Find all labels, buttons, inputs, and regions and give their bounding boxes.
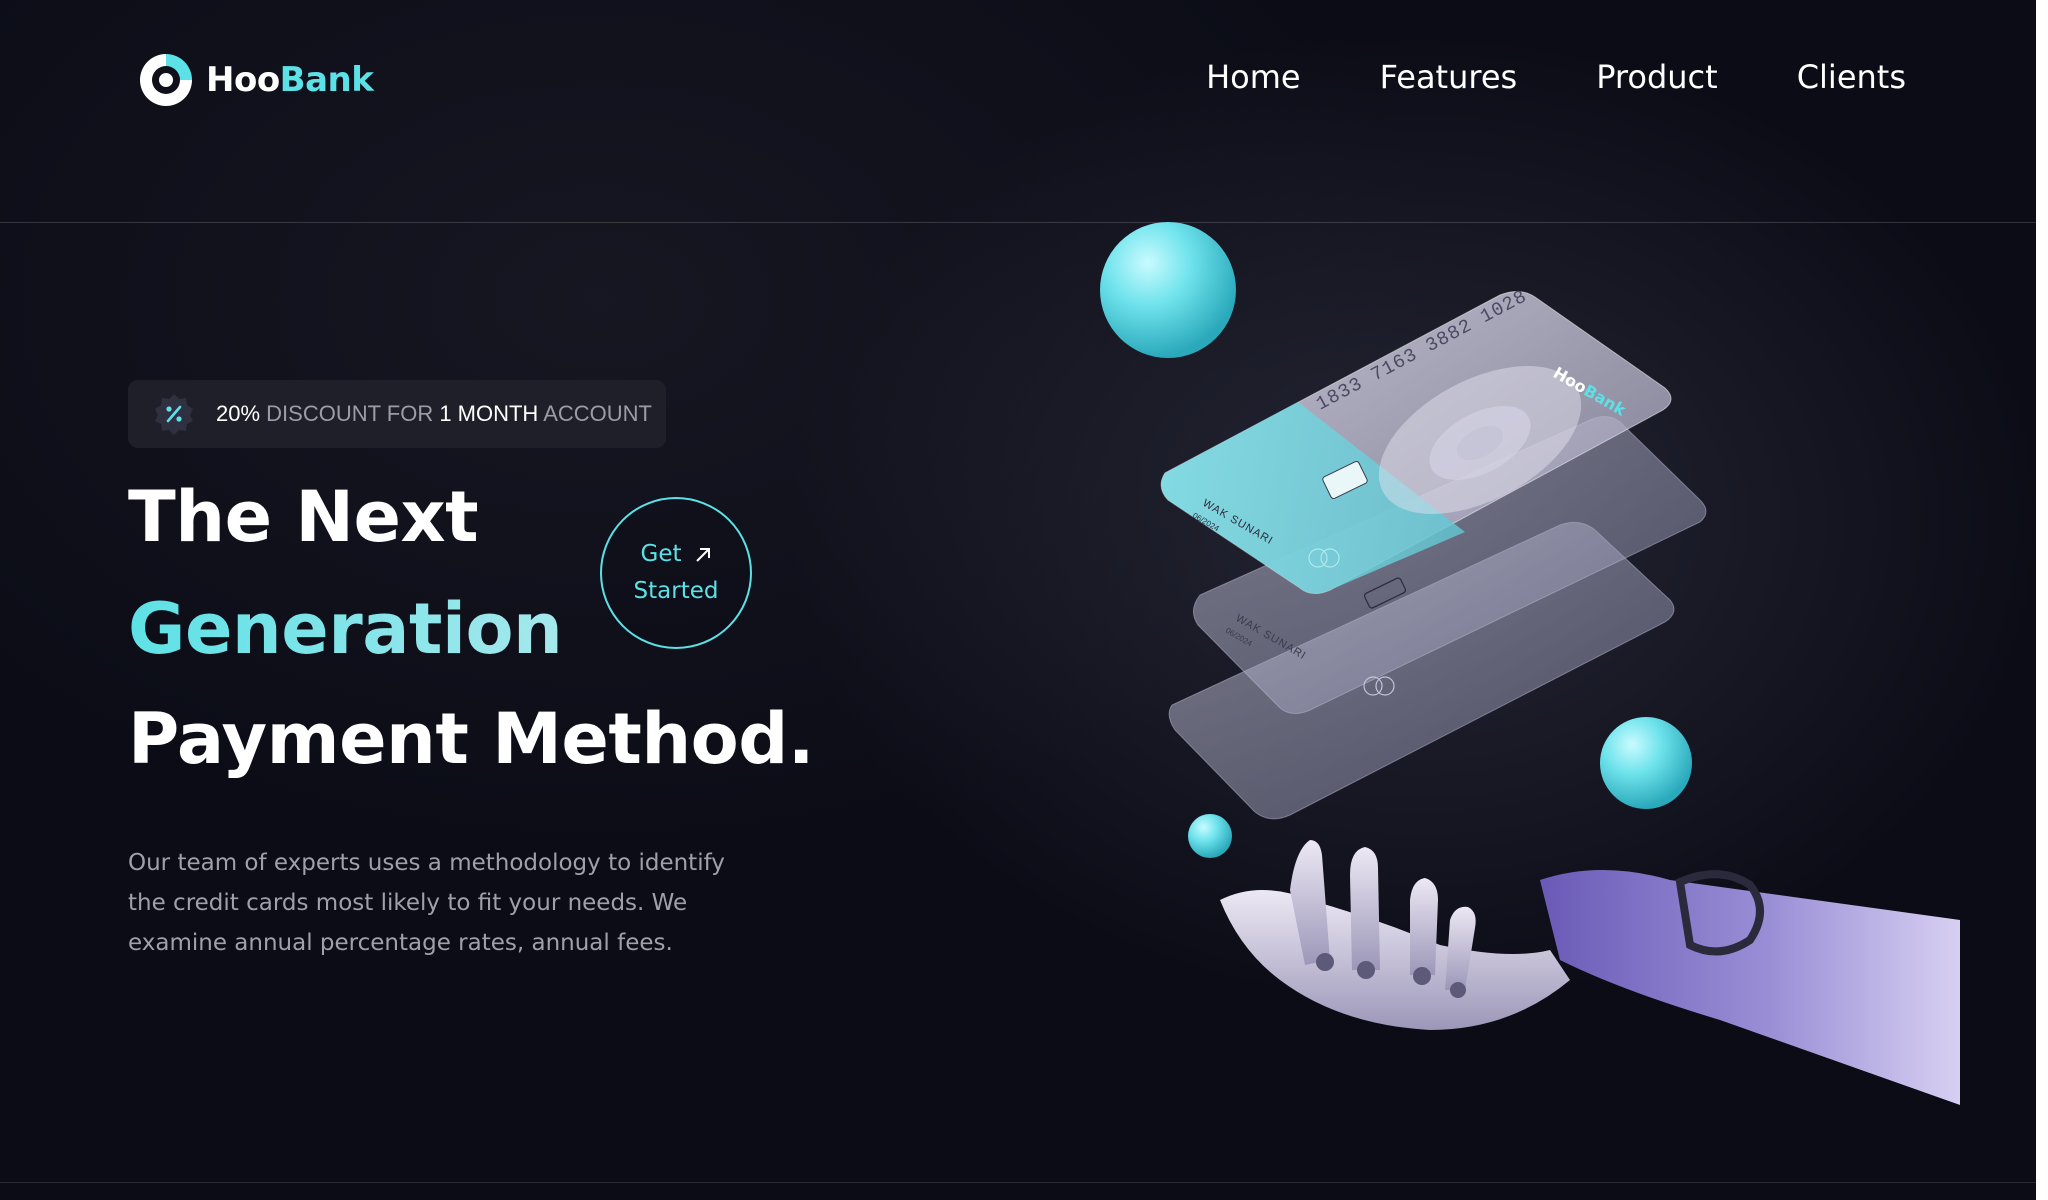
logo[interactable]: HooBank	[134, 48, 374, 112]
get-started-button[interactable]: Get Started	[600, 497, 752, 649]
nav-link-clients[interactable]: Clients	[1797, 58, 1906, 96]
nav-links: Home Features Product Clients	[1206, 58, 1906, 96]
landing-page: HooBank Home Features Product Clients 20…	[0, 0, 2048, 1200]
get-started-line2: Started	[633, 578, 719, 604]
sphere-large	[1100, 222, 1236, 358]
scrollbar-edge	[2036, 0, 2048, 1200]
hero-heading-line3: Payment Method.	[128, 698, 814, 780]
robot-hand	[1220, 840, 1960, 1105]
badge-text: 20% DISCOUNT FOR 1 MONTH ACCOUNT	[216, 401, 652, 426]
nav-link-home[interactable]: Home	[1206, 58, 1301, 96]
logo-icon	[140, 54, 192, 106]
nav-link-product[interactable]: Product	[1596, 58, 1718, 96]
nav-link-features[interactable]: Features	[1380, 58, 1518, 96]
hero-heading-line2: Generation	[128, 588, 563, 670]
hero-heading-line1: The Next	[128, 476, 479, 558]
navbar: HooBank Home Features Product Clients	[0, 0, 2036, 223]
discount-icon	[155, 394, 193, 435]
section-divider	[0, 1182, 2036, 1183]
sphere-small	[1188, 814, 1232, 858]
arrow-up-right-icon	[695, 547, 710, 562]
discount-badge: 20% DISCOUNT FOR 1 MONTH ACCOUNT	[128, 380, 666, 448]
get-started-line1: Get	[641, 536, 712, 573]
sphere-medium	[1600, 717, 1692, 809]
hero-description: Our team of experts uses a methodology t…	[128, 850, 725, 956]
hero-illustration: WAK SUNARI 06/2024 1833 7163 3882 1028 H…	[1100, 222, 1960, 1105]
logo-text: HooBank	[206, 60, 374, 100]
